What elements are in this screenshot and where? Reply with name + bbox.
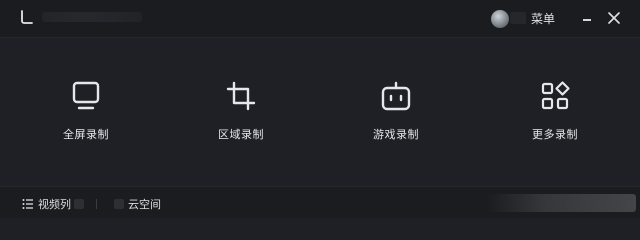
game-record-button[interactable]: 游戏录制 [341,78,451,148]
minimize-button[interactable] [578,10,596,28]
list-icon [22,199,33,209]
more-record-button[interactable]: 更多录制 [500,78,610,148]
footer-divider [96,199,97,209]
avatar[interactable] [491,10,509,28]
video-list-button[interactable]: 视频列 [22,196,84,212]
region-record-button[interactable]: 区域录制 [186,78,296,148]
fullscreen-record-button[interactable]: 全屏录制 [31,78,141,148]
blurred-username [510,12,526,24]
video-list-label: 视频列 [38,198,71,211]
cloud-space-button[interactable]: 云空间 [114,196,161,212]
cloud-icon [114,199,124,209]
title-bar: 菜单 [0,0,640,38]
gamepad-icon [381,81,411,111]
grid-more-icon [541,81,570,110]
tool-label: 全屏录制 [63,128,109,141]
crop-icon [226,81,256,111]
watermark-overlay [486,194,636,212]
tool-label: 更多录制 [532,128,578,141]
tool-label: 区域录制 [218,128,264,141]
app-logo-icon [21,10,33,24]
menu-button[interactable]: 菜单 [531,11,555,27]
close-icon[interactable] [605,9,623,27]
cloud-space-label: 云空间 [128,198,161,211]
blurred-app-title [42,12,142,22]
app-window: 菜单 全屏录制 区域录制 游戏录制 更多录制 视频列 云空间 [0,0,640,218]
tool-label: 游戏录制 [373,128,419,141]
monitor-icon [72,81,100,110]
blurred-text [74,199,84,209]
